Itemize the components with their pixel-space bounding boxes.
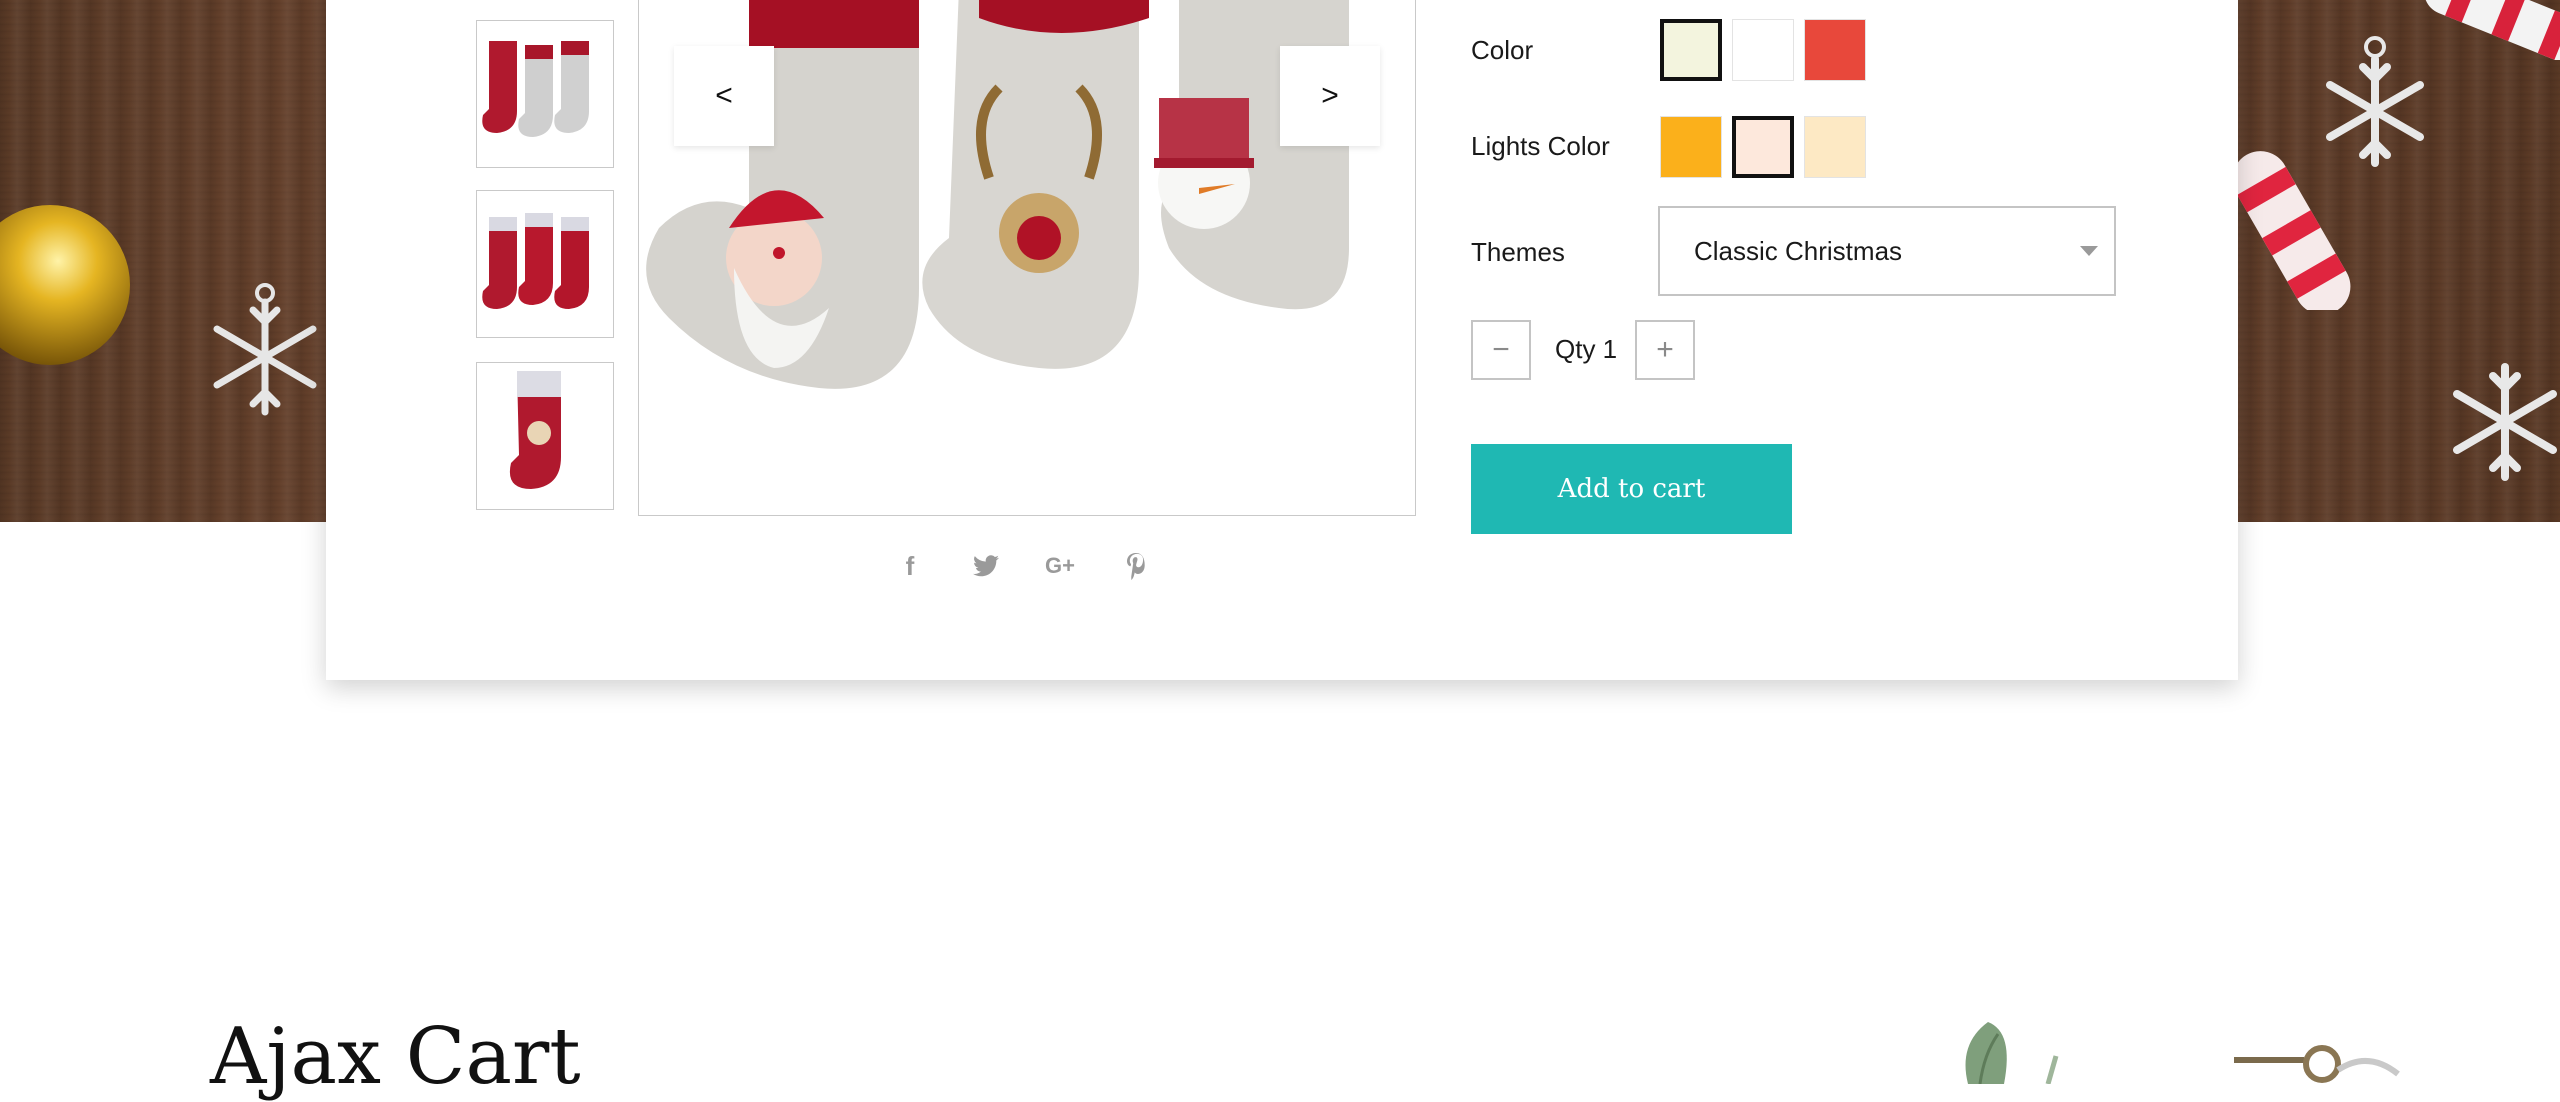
color-swatch-red[interactable] [1804, 19, 1866, 81]
facebook-icon: f [905, 550, 915, 581]
plus-icon: + [1656, 333, 1674, 366]
color-swatch-white[interactable] [1732, 19, 1794, 81]
key-icon [2234, 1045, 2400, 1083]
color-swatch-cream[interactable] [1660, 19, 1722, 81]
chevron-left-icon: < [715, 79, 733, 112]
snowflake-ornament-icon [2326, 36, 2424, 167]
stocking-thumbnail-image [482, 41, 589, 137]
lights-color-label: Lights Color [1471, 131, 1610, 161]
twitter-share-button[interactable] [966, 548, 1006, 584]
googleplus-share-button[interactable]: G+ [1040, 548, 1080, 584]
pinterest-icon [1127, 553, 1145, 580]
lights-color-swatch-amber[interactable] [1660, 116, 1722, 178]
snowflake-ornament-icon [213, 283, 317, 416]
stocking-thumbnail-image [509, 371, 561, 489]
section-title: Ajax Cart [210, 1012, 581, 1102]
facebook-share-button[interactable]: f [890, 548, 930, 584]
pinterest-share-button[interactable] [1116, 548, 1156, 584]
thumbnail-1[interactable] [476, 20, 614, 168]
twitter-icon [973, 555, 999, 577]
stocking-thumbnail-image [482, 213, 589, 309]
color-label: Color [1471, 35, 1534, 65]
themes-select-value: Classic Christmas [1694, 235, 1903, 266]
thumbnail-3[interactable] [476, 362, 614, 510]
chevron-right-icon: > [1321, 79, 1339, 112]
gold-ornament-icon [0, 205, 130, 365]
lights-color-swatch-light-yellow[interactable] [1804, 116, 1866, 178]
plant-leaf-icon [1965, 1022, 2059, 1084]
quantity-decrease-button[interactable]: − [1471, 320, 1531, 380]
candy-cane-icon [2424, 0, 2560, 60]
quantity-value: Qty 1 [1555, 334, 1618, 364]
quantity-increase-button[interactable]: + [1635, 320, 1695, 380]
googleplus-icon: G+ [1045, 553, 1075, 578]
thumbnail-2[interactable] [476, 190, 614, 338]
gallery-next-button[interactable]: > [1280, 46, 1380, 146]
add-to-cart-label: Add to cart [1557, 474, 1706, 504]
caret-down-icon [2080, 246, 2098, 256]
add-to-cart-button[interactable]: Add to cart [1471, 444, 1792, 534]
gallery-prev-button[interactable]: < [674, 46, 774, 146]
minus-icon: − [1492, 333, 1510, 366]
lights-color-swatch-peach[interactable] [1732, 116, 1794, 178]
themes-label: Themes [1471, 237, 1565, 267]
snowflake-ornament-icon [2453, 363, 2557, 481]
themes-select[interactable]: Classic Christmas [1658, 206, 2116, 296]
